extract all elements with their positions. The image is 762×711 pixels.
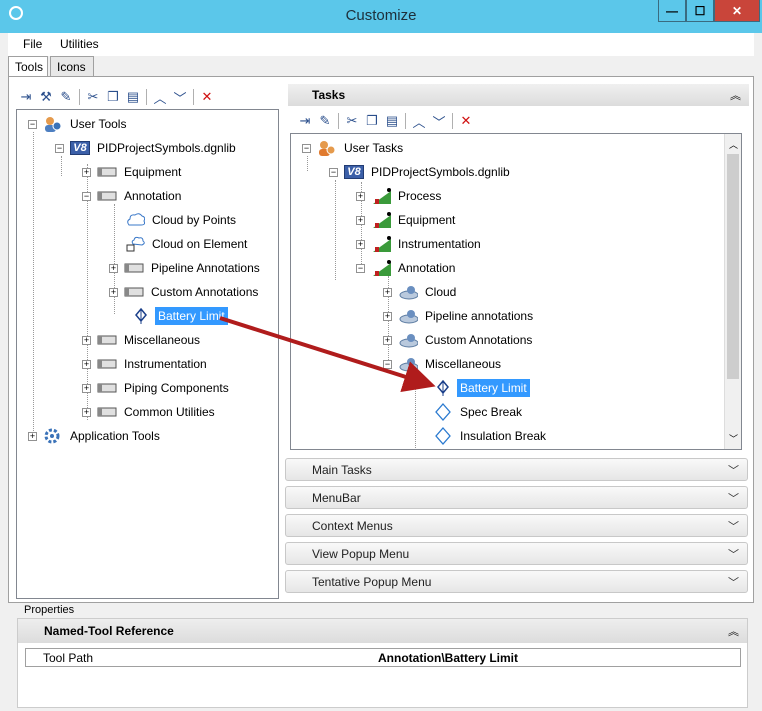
drag-arrow: [219, 316, 436, 392]
